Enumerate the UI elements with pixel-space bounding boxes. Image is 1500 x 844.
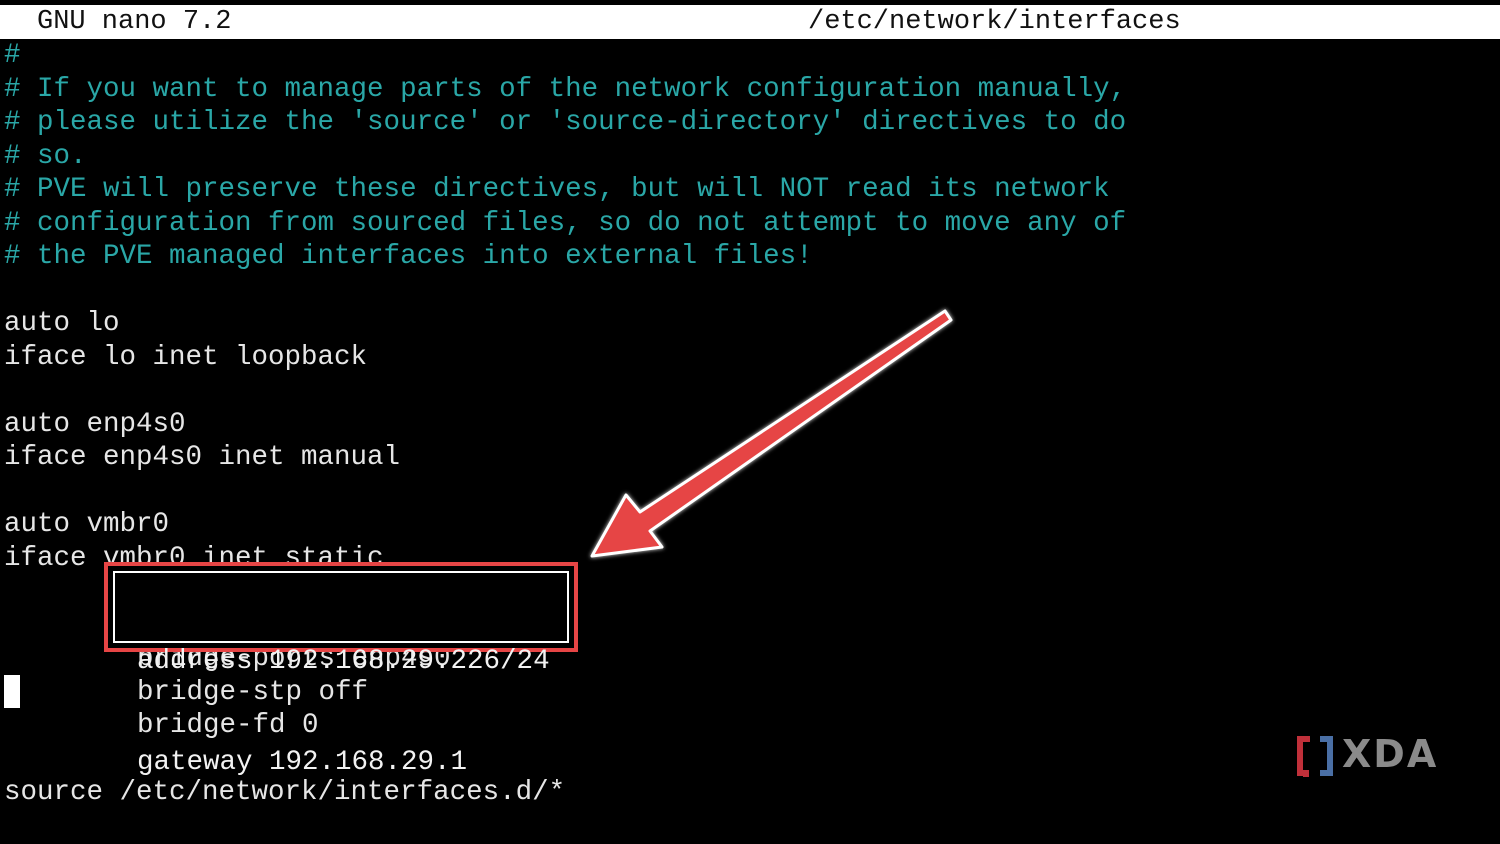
- config-line: iface enp4s0 inet manual: [4, 442, 401, 473]
- comment-line: # please utilize the 'source' or 'source…: [4, 107, 1127, 138]
- comment-line: # PVE will preserve these directives, bu…: [4, 174, 1110, 205]
- file-path: /etc/network/interfaces: [808, 7, 1181, 37]
- xda-watermark: XDA: [1296, 732, 1441, 779]
- config-line: auto vmbr0: [4, 509, 170, 540]
- highlight-content: address 192.168.29.226/24 gateway 192.16…: [137, 578, 550, 844]
- xda-watermark-text: XDA: [1342, 732, 1439, 776]
- config-line: iface lo inet loopback: [4, 341, 368, 373]
- text-cursor: [4, 675, 20, 708]
- config-line: auto lo: [4, 308, 120, 339]
- ip-highlight-box: address 192.168.29.226/24 gateway 192.16…: [104, 562, 578, 778]
- comment-line: # so.: [4, 140, 87, 172]
- nano-title-bar: GNU nano 7.2 /etc/network/interfaces: [0, 5, 1500, 39]
- highlight-address-line: address 192.168.29.226/24: [137, 646, 550, 677]
- comment-line: # configuration from sourced files, so d…: [4, 207, 1127, 239]
- config-line: auto enp4s0: [4, 408, 186, 440]
- app-name: GNU nano 7.2: [37, 7, 232, 37]
- xda-logo-icon: [1297, 736, 1333, 777]
- comment-line: #: [4, 40, 21, 71]
- comment-line: # If you want to manage parts of the net…: [4, 73, 1127, 105]
- comment-line: # the PVE managed interfaces into extern…: [4, 241, 813, 272]
- highlight-gateway-line: gateway 192.168.29.1: [137, 746, 468, 778]
